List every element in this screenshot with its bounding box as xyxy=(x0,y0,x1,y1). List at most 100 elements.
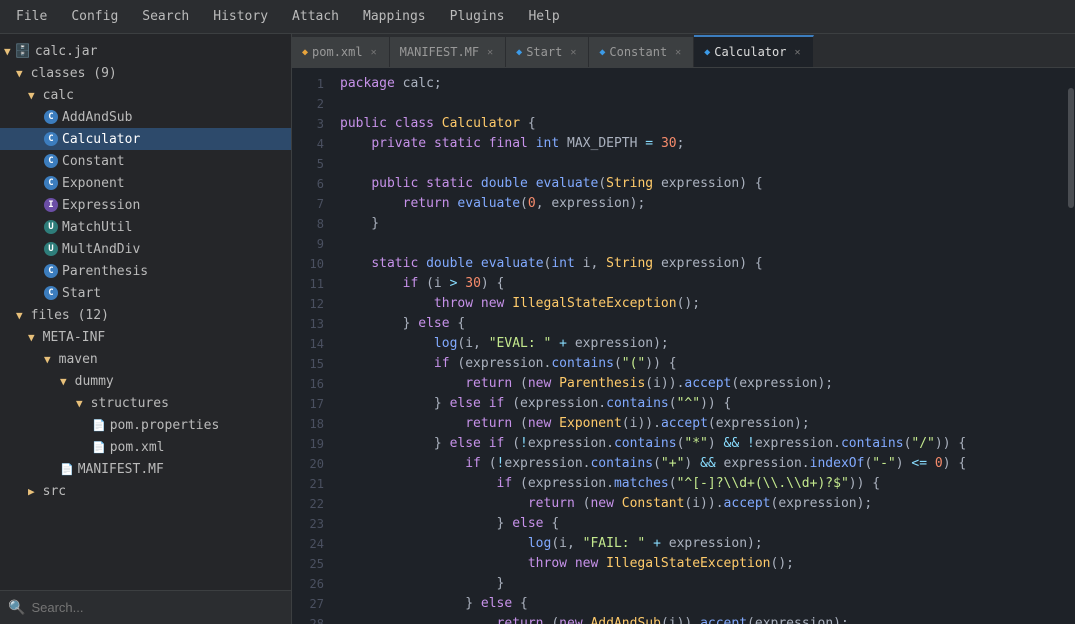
tab-start[interactable]: ◆ Start ✕ xyxy=(506,37,589,67)
menu-help[interactable]: Help xyxy=(516,0,571,34)
arrow-right-icon: ▶ xyxy=(28,485,35,498)
tree-item-pomxml[interactable]: 📄 pom.xml xyxy=(0,436,291,458)
sidebar: ▼ 🗄️ calc.jar ▼ classes (9) ▼ calc C Add… xyxy=(0,34,292,624)
tree-item-exponent[interactable]: C Exponent xyxy=(0,172,291,194)
arrow-down-icon: ▼ xyxy=(4,45,11,58)
class-icon-expression: I xyxy=(44,198,58,212)
tree-item-calculator[interactable]: C Calculator xyxy=(0,128,291,150)
menu-bar: File Config Search History Attach Mappin… xyxy=(0,0,1075,34)
tab-constant[interactable]: ◆ Constant ✕ xyxy=(589,37,694,67)
tab-close-manifest[interactable]: ✕ xyxy=(485,46,495,59)
arrow-down-icon5: ▼ xyxy=(28,331,35,344)
tab-close-calculator[interactable]: ✕ xyxy=(792,46,802,59)
tree-label-classes: classes (9) xyxy=(31,66,117,81)
tree-item-addandsub[interactable]: C AddAndSub xyxy=(0,106,291,128)
tree-item-multanddiv[interactable]: U MultAndDiv xyxy=(0,238,291,260)
tree-item-constant[interactable]: C Constant xyxy=(0,150,291,172)
class-icon-addandsub: C xyxy=(44,110,58,124)
tree-label-addandsub: AddAndSub xyxy=(62,110,132,125)
tree-label-start: Start xyxy=(62,286,101,301)
tab-label-pomxml: pom.xml xyxy=(312,45,363,59)
tree-label-dummy: dummy xyxy=(75,374,114,389)
line-numbers: 12345 678910 1112131415 1617181920 21222… xyxy=(292,68,332,624)
tree-label-src: src xyxy=(43,484,66,499)
editor-area: ◆ pom.xml ✕ MANIFEST.MF ✕ ◆ Start ✕ ◆ Co… xyxy=(292,34,1075,624)
tree-item-calc[interactable]: ▼ calc xyxy=(0,84,291,106)
class-icon-exponent: C xyxy=(44,176,58,190)
tab-icon-pomxml: ◆ xyxy=(302,47,308,58)
tree-label-files: files (12) xyxy=(31,308,109,323)
tab-label-start: Start xyxy=(526,45,562,59)
tab-bar: ◆ pom.xml ✕ MANIFEST.MF ✕ ◆ Start ✕ ◆ Co… xyxy=(292,34,1075,68)
menu-search[interactable]: Search xyxy=(130,0,201,34)
tab-label-constant: Constant xyxy=(609,45,667,59)
tree-item-src[interactable]: ▶ src xyxy=(0,480,291,502)
tree-label-maven: maven xyxy=(59,352,98,367)
menu-file[interactable]: File xyxy=(4,0,59,34)
arrow-down-icon6: ▼ xyxy=(44,353,51,366)
tree-item-maven[interactable]: ▼ maven xyxy=(0,348,291,370)
tree-label-metainf: META-INF xyxy=(43,330,106,345)
tab-manifest[interactable]: MANIFEST.MF ✕ xyxy=(390,37,507,67)
sidebar-search-bar: 🔍 xyxy=(0,590,291,624)
file-icon-pomprops: 📄 xyxy=(92,419,106,432)
tab-icon-calculator: ◆ xyxy=(704,47,710,58)
class-icon-matchutil: U xyxy=(44,220,58,234)
tab-label-calculator: Calculator xyxy=(714,45,786,59)
tree-label-manifest: MANIFEST.MF xyxy=(78,462,164,477)
tree-item-parenthesis[interactable]: C Parenthesis xyxy=(0,260,291,282)
tree-item-metainf[interactable]: ▼ META-INF xyxy=(0,326,291,348)
arrow-down-icon2: ▼ xyxy=(16,67,23,80)
tree-item-dummy[interactable]: ▼ dummy xyxy=(0,370,291,392)
tree-label-constant: Constant xyxy=(62,154,125,169)
file-tree: ▼ 🗄️ calc.jar ▼ classes (9) ▼ calc C Add… xyxy=(0,34,291,590)
tab-label-manifest: MANIFEST.MF xyxy=(400,45,479,59)
tree-label-multanddiv: MultAndDiv xyxy=(62,242,140,257)
file-icon-manifest: 📄 xyxy=(60,463,74,476)
tree-label-pomxml: pom.xml xyxy=(110,440,165,455)
tree-item-expression[interactable]: I Expression xyxy=(0,194,291,216)
menu-attach[interactable]: Attach xyxy=(280,0,351,34)
tree-label-exponent: Exponent xyxy=(62,176,125,191)
tree-label-matchutil: MatchUtil xyxy=(62,220,132,235)
code-editor: 12345 678910 1112131415 1617181920 21222… xyxy=(292,68,1075,624)
arrow-down-icon8: ▼ xyxy=(76,397,83,410)
main-layout: ▼ 🗄️ calc.jar ▼ classes (9) ▼ calc C Add… xyxy=(0,34,1075,624)
class-icon-parenthesis: C xyxy=(44,264,58,278)
tab-calculator[interactable]: ◆ Calculator ✕ xyxy=(694,35,813,67)
file-icon-pomxml: 📄 xyxy=(92,441,106,454)
arrow-down-icon3: ▼ xyxy=(28,89,35,102)
tree-item-classes[interactable]: ▼ classes (9) xyxy=(0,62,291,84)
tree-item-pomprops[interactable]: 📄 pom.properties xyxy=(0,414,291,436)
tree-label-expression: Expression xyxy=(62,198,140,213)
menu-config[interactable]: Config xyxy=(59,0,130,34)
tree-item-matchutil[interactable]: U MatchUtil xyxy=(0,216,291,238)
tab-icon-start: ◆ xyxy=(516,47,522,58)
class-icon-constant: C xyxy=(44,154,58,168)
menu-mappings[interactable]: Mappings xyxy=(351,0,438,34)
tree-label-calc: calc xyxy=(43,88,74,103)
menu-history[interactable]: History xyxy=(201,0,280,34)
tab-close-constant[interactable]: ✕ xyxy=(673,46,683,59)
tree-label-calcjar: calc.jar xyxy=(35,44,98,59)
menu-plugins[interactable]: Plugins xyxy=(438,0,517,34)
search-icon: 🔍 xyxy=(8,600,25,616)
tree-item-manifest[interactable]: 📄 MANIFEST.MF xyxy=(0,458,291,480)
tree-label-pomprops: pom.properties xyxy=(110,418,220,433)
tab-close-start[interactable]: ✕ xyxy=(568,46,578,59)
vertical-scrollbar[interactable] xyxy=(1067,68,1075,624)
tab-pom-xml[interactable]: ◆ pom.xml ✕ xyxy=(292,37,390,67)
sidebar-search-input[interactable] xyxy=(31,600,283,615)
arrow-down-icon4: ▼ xyxy=(16,309,23,322)
tree-item-calcjar[interactable]: ▼ 🗄️ calc.jar xyxy=(0,40,291,62)
tree-item-structures[interactable]: ▼ structures xyxy=(0,392,291,414)
tree-item-start[interactable]: C Start xyxy=(0,282,291,304)
code-content[interactable]: package calc; public class Calculator { … xyxy=(332,68,1067,624)
tree-label-calculator: Calculator xyxy=(62,132,140,147)
tree-label-structures: structures xyxy=(91,396,169,411)
class-icon-multanddiv: U xyxy=(44,242,58,256)
class-icon-start: C xyxy=(44,286,58,300)
scrollbar-thumb[interactable] xyxy=(1068,88,1074,208)
tree-item-files[interactable]: ▼ files (12) xyxy=(0,304,291,326)
tab-close-pomxml[interactable]: ✕ xyxy=(369,46,379,59)
